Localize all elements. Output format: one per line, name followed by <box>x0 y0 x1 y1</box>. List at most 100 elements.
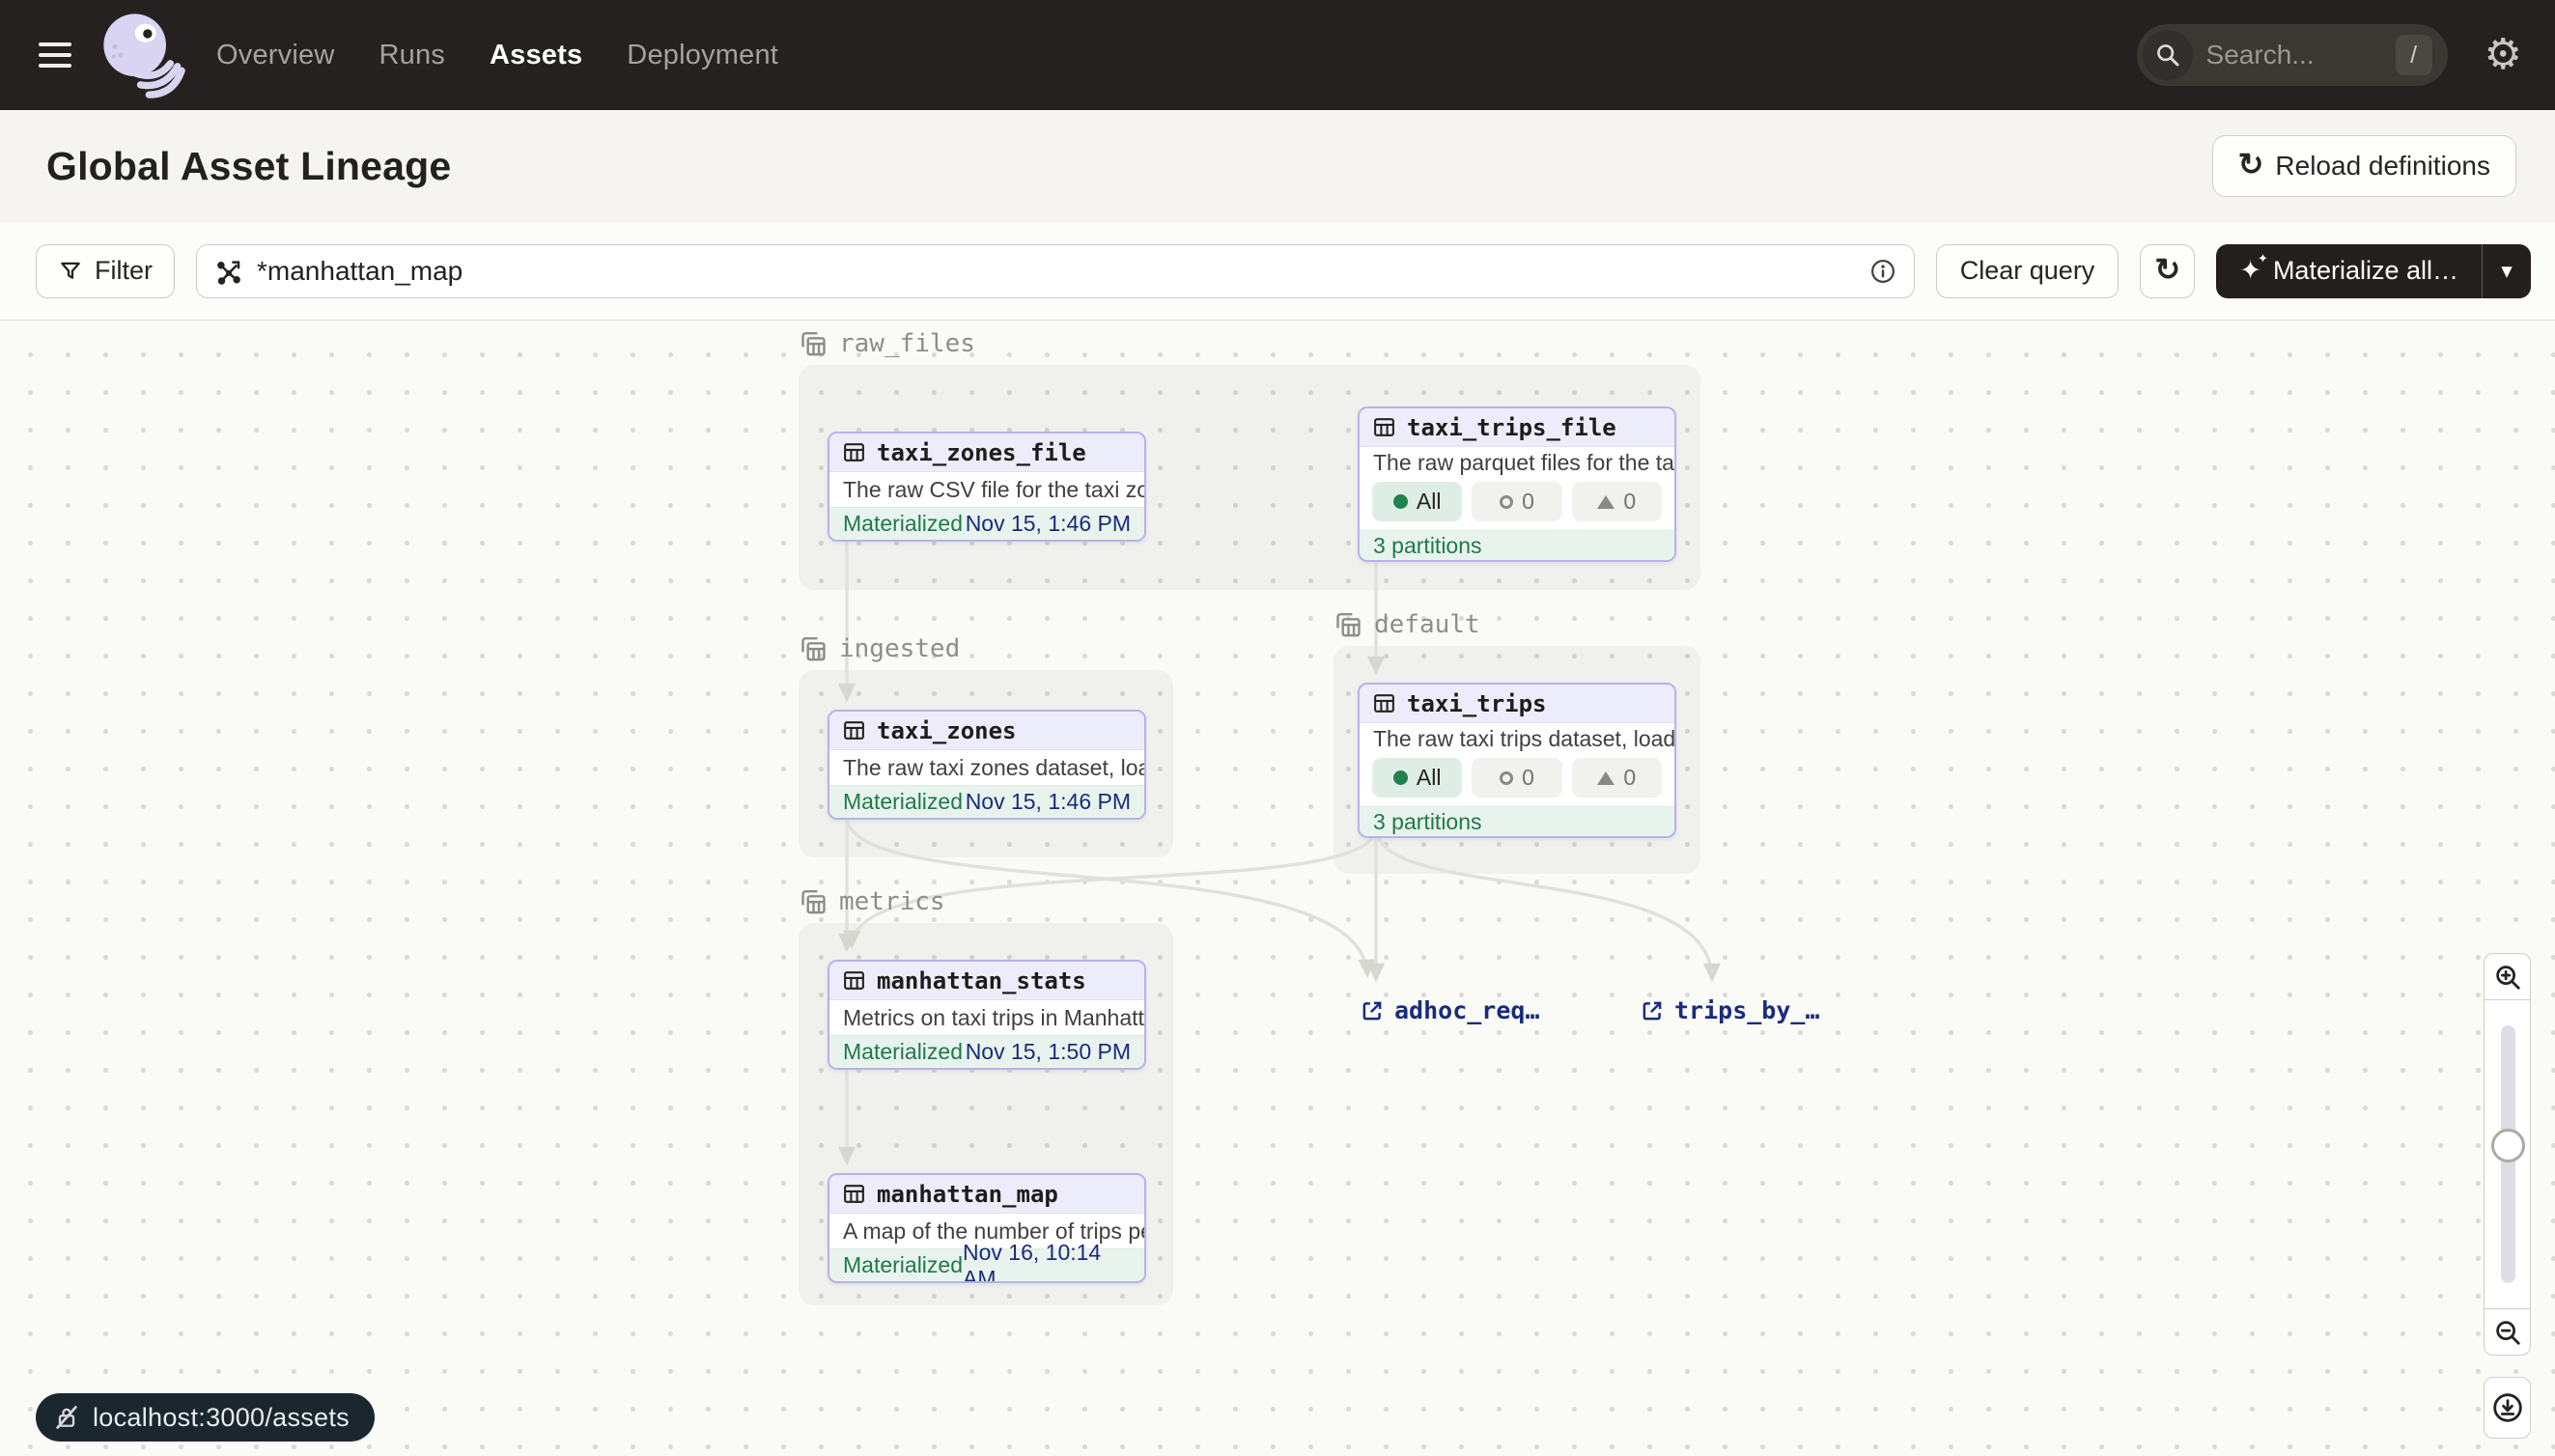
asset-node-taxi-trips[interactable]: taxi_trips The raw taxi trips dataset, l… <box>1358 683 1676 838</box>
group-label-ingested[interactable]: ingested <box>799 633 960 663</box>
clear-query-button[interactable]: Clear query <box>1936 244 2120 298</box>
gear-icon[interactable]: ⚙︎ <box>2485 34 2522 76</box>
asset-name: taxi_zones_file <box>877 439 1086 466</box>
asset-name: taxi_trips_file <box>1407 414 1616 441</box>
materialized-timestamp[interactable]: Nov 15, 1:46 PM <box>966 511 1131 537</box>
materialized-timestamp[interactable]: Nov 15, 1:50 PM <box>966 1039 1131 1065</box>
asset-status-bar: Materialized Nov 15, 1:50 PM <box>829 1035 1144 1068</box>
external-link-icon <box>1360 998 1385 1023</box>
table-icon <box>1372 691 1396 715</box>
materialize-all-button[interactable]: ✦ Materialize all… <box>2216 244 2482 298</box>
nav-item-deployment[interactable]: Deployment <box>627 40 778 71</box>
materialized-status: Materialized <box>843 789 963 815</box>
table-icon <box>842 718 866 742</box>
menu-icon[interactable] <box>39 42 79 68</box>
asset-name: taxi_trips <box>1407 690 1547 717</box>
external-asset-trips-by-week[interactable]: trips_by_… <box>1640 996 1820 1024</box>
zoom-out-icon <box>2493 1318 2522 1347</box>
external-asset-adhoc-request[interactable]: adhoc_req… <box>1360 996 1540 1024</box>
filter-label: Filter <box>95 256 153 286</box>
zoom-slider-handle[interactable] <box>2491 1129 2525 1162</box>
partition-pill-label: 0 <box>1522 489 1534 515</box>
materialized-status: Materialized <box>843 1039 963 1065</box>
materialize-options-caret[interactable]: ▾ <box>2483 244 2531 298</box>
partition-pill-missing[interactable]: 0 <box>1472 482 1561 521</box>
graph-icon <box>214 257 243 286</box>
external-asset-name: adhoc_req… <box>1394 996 1540 1024</box>
failed-triangle-icon <box>1597 495 1614 509</box>
group-name: default <box>1374 610 1480 639</box>
partition-pill-failed[interactable]: 0 <box>1572 758 1662 798</box>
asset-query-value: *manhattan_map <box>257 256 1856 287</box>
group-label-metrics[interactable]: metrics <box>799 886 945 916</box>
search-placeholder: Search... <box>2206 40 2396 70</box>
asset-node-taxi-trips-file[interactable]: taxi_trips_file The raw parquet files fo… <box>1358 406 1676 562</box>
partition-pill-all[interactable]: All <box>1372 758 1462 798</box>
asset-status-bar: Materialized Nov 15, 1:46 PM <box>829 785 1144 818</box>
nav-item-overview[interactable]: Overview <box>216 40 334 71</box>
chevron-down-icon: ▾ <box>2501 258 2513 284</box>
slash-shortcut-badge: / <box>2396 35 2432 75</box>
asset-description: Metrics on taxi trips in Manhattan <box>829 1000 1144 1035</box>
materialized-timestamp[interactable]: Nov 16, 10:14 AM <box>963 1240 1131 1284</box>
group-label-default[interactable]: default <box>1334 609 1480 639</box>
partition-pill-label: All <box>1417 489 1442 515</box>
reload-definitions-label: Reload definitions <box>2275 151 2490 182</box>
lock-slash-icon <box>53 1404 80 1431</box>
materialized-timestamp[interactable]: Nov 15, 1:46 PM <box>966 789 1131 815</box>
zoom-out-button[interactable] <box>2484 1308 2531 1356</box>
asset-node-taxi-zones-file[interactable]: taxi_zones_file The raw CSV file for the… <box>828 432 1146 542</box>
sparkle-icon: ✦ <box>2239 258 2261 284</box>
missing-ring-icon <box>1500 495 1513 509</box>
materialize-all-split-button: ✦ Materialize all… ▾ <box>2216 244 2531 298</box>
partition-pill-label: 0 <box>1623 489 1636 515</box>
materialize-all-label: Materialize all… <box>2273 256 2458 286</box>
asset-group-icon <box>799 886 828 916</box>
status-url: localhost:3000/assets <box>93 1403 350 1433</box>
page-title: Global Asset Lineage <box>46 144 451 189</box>
filter-funnel-icon <box>58 259 83 284</box>
zoom-in-button[interactable] <box>2484 953 2531 1000</box>
asset-description: The raw taxi trips dataset, loaded into … <box>1360 723 1674 754</box>
asset-lineage-canvas[interactable]: raw_files ingested default metrics <box>0 321 2555 1456</box>
download-graph-button[interactable] <box>2484 1377 2531 1439</box>
zoom-slider[interactable] <box>2484 1000 2531 1308</box>
reload-definitions-button[interactable]: ↻ Reload definitions <box>2212 135 2516 197</box>
filter-button[interactable]: Filter <box>36 244 175 298</box>
asset-description: The raw taxi zones dataset, loaded int..… <box>829 750 1144 785</box>
nav-item-runs[interactable]: Runs <box>379 40 445 71</box>
success-dot-icon <box>1393 770 1408 785</box>
search-input[interactable]: Search... / <box>2137 24 2448 86</box>
asset-node-taxi-zones[interactable]: taxi_zones The raw taxi zones dataset, l… <box>828 710 1146 820</box>
asset-name: taxi_zones <box>877 717 1017 744</box>
asset-status-bar: 3 partitions <box>1360 806 1674 836</box>
refresh-icon: ↻ <box>2238 149 2264 180</box>
partition-pill-failed[interactable]: 0 <box>1572 482 1662 521</box>
nav-links: Overview Runs Assets Deployment <box>216 40 778 71</box>
group-label-raw-files[interactable]: raw_files <box>799 328 975 358</box>
partition-pill-missing[interactable]: 0 <box>1472 758 1561 798</box>
download-icon <box>2491 1391 2524 1424</box>
materialized-status: Materialized <box>843 1252 963 1278</box>
nav-item-assets[interactable]: Assets <box>490 40 582 71</box>
asset-node-manhattan-map[interactable]: manhattan_map A map of the number of tri… <box>828 1173 1146 1283</box>
refresh-graph-button[interactable]: ↻ <box>2140 244 2195 298</box>
dagster-logo[interactable] <box>97 7 189 103</box>
materialized-status: Materialized <box>843 511 963 537</box>
clear-query-label: Clear query <box>1960 256 2095 286</box>
partition-pill-all[interactable]: All <box>1372 482 1462 521</box>
url-status-pill: localhost:3000/assets <box>36 1393 375 1442</box>
page-header: Global Asset Lineage ↻ Reload definition… <box>0 110 2555 222</box>
asset-node-manhattan-stats[interactable]: manhattan_stats Metrics on taxi trips in… <box>828 960 1146 1070</box>
partition-health-row: All 0 0 <box>1360 754 1674 806</box>
partitions-count: 3 partitions <box>1373 533 1482 559</box>
asset-status-bar: Materialized Nov 15, 1:46 PM <box>829 507 1144 540</box>
success-dot-icon <box>1393 494 1408 509</box>
info-icon[interactable] <box>1869 258 1896 285</box>
partitions-count: 3 partitions <box>1373 809 1482 835</box>
search-icon <box>2143 30 2193 80</box>
group-name: metrics <box>839 887 945 916</box>
zoom-in-icon <box>2493 963 2522 992</box>
asset-query-input[interactable]: *manhattan_map <box>196 244 1915 298</box>
lineage-toolbar: Filter *manhattan_map Clear query ↻ ✦ Ma… <box>0 222 2555 321</box>
